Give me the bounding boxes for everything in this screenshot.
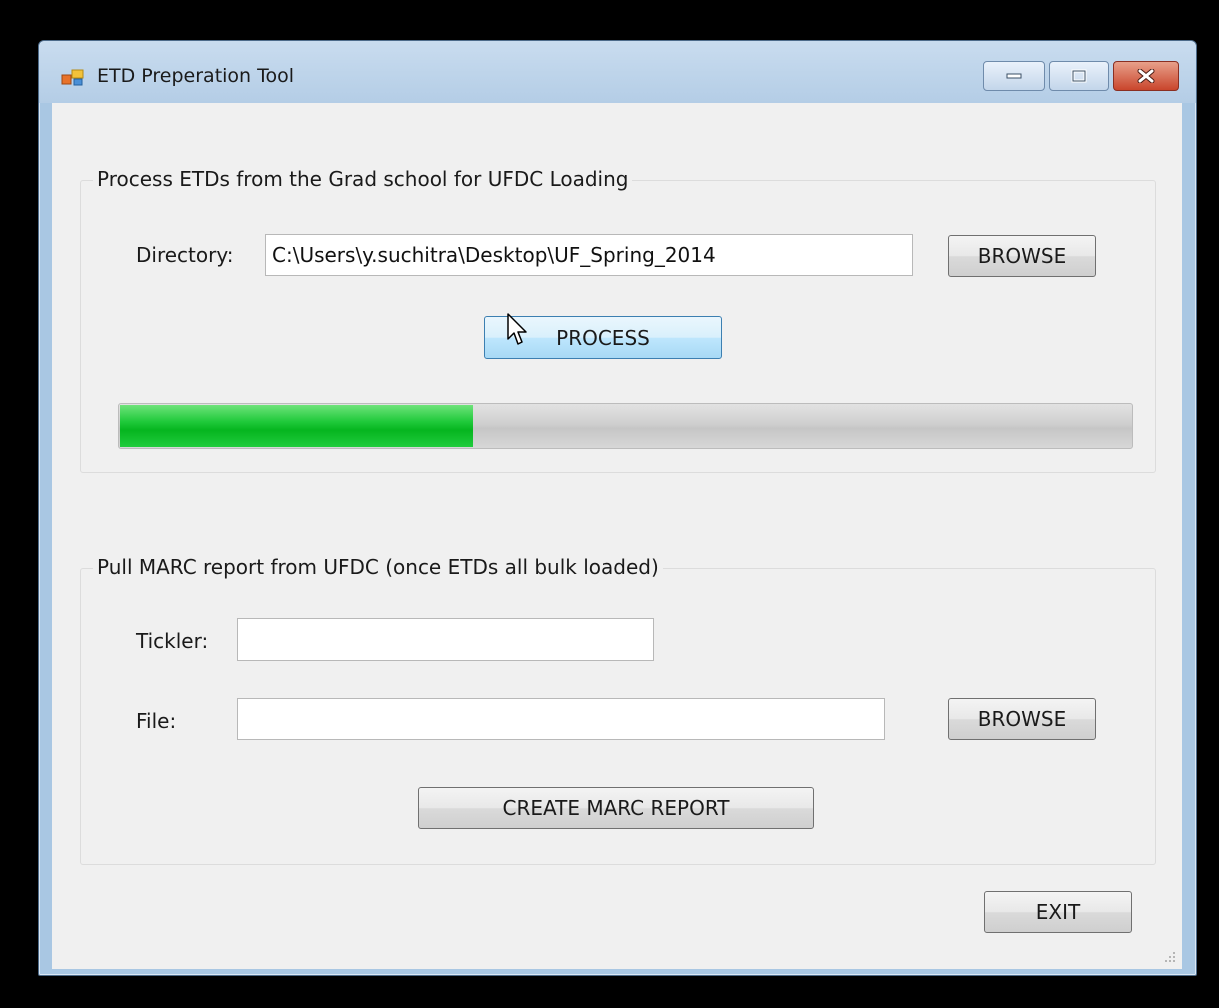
app-icon xyxy=(61,69,84,86)
window-title: ETD Preperation Tool xyxy=(97,65,295,87)
close-button[interactable] xyxy=(1113,61,1179,91)
close-icon xyxy=(1137,69,1155,83)
app-window: ETD Preperation Tool Process ETDs from t… xyxy=(38,40,1197,976)
process-group: Process ETDs from the Grad school for UF… xyxy=(80,167,1156,473)
mouse-cursor-icon xyxy=(507,313,527,345)
marc-group: Pull MARC report from UFDC (once ETDs al… xyxy=(80,555,1156,865)
marc-group-legend: Pull MARC report from UFDC (once ETDs al… xyxy=(93,555,663,579)
client-area: Process ETDs from the Grad school for UF… xyxy=(52,103,1182,969)
title-bar[interactable]: ETD Preperation Tool xyxy=(39,41,1196,103)
file-label: File: xyxy=(136,709,177,733)
minimize-icon xyxy=(1006,73,1022,79)
tickler-label: Tickler: xyxy=(136,629,209,653)
browse-directory-button[interactable]: BROWSE xyxy=(948,235,1096,277)
directory-label: Directory: xyxy=(136,243,234,267)
exit-button[interactable]: EXIT xyxy=(984,891,1132,933)
resize-grip-icon[interactable] xyxy=(1162,949,1176,963)
browse-file-button[interactable]: BROWSE xyxy=(948,698,1096,740)
file-field[interactable] xyxy=(237,698,885,740)
create-marc-report-button[interactable]: CREATE MARC REPORT xyxy=(418,787,814,829)
maximize-icon xyxy=(1071,69,1087,83)
progress-bar-fill xyxy=(120,405,473,447)
process-group-legend: Process ETDs from the Grad school for UF… xyxy=(93,167,633,191)
tickler-field[interactable] xyxy=(237,618,654,661)
minimize-button[interactable] xyxy=(983,61,1045,91)
directory-field[interactable] xyxy=(265,234,913,276)
process-progress-bar xyxy=(118,403,1133,449)
maximize-button[interactable] xyxy=(1049,61,1109,91)
